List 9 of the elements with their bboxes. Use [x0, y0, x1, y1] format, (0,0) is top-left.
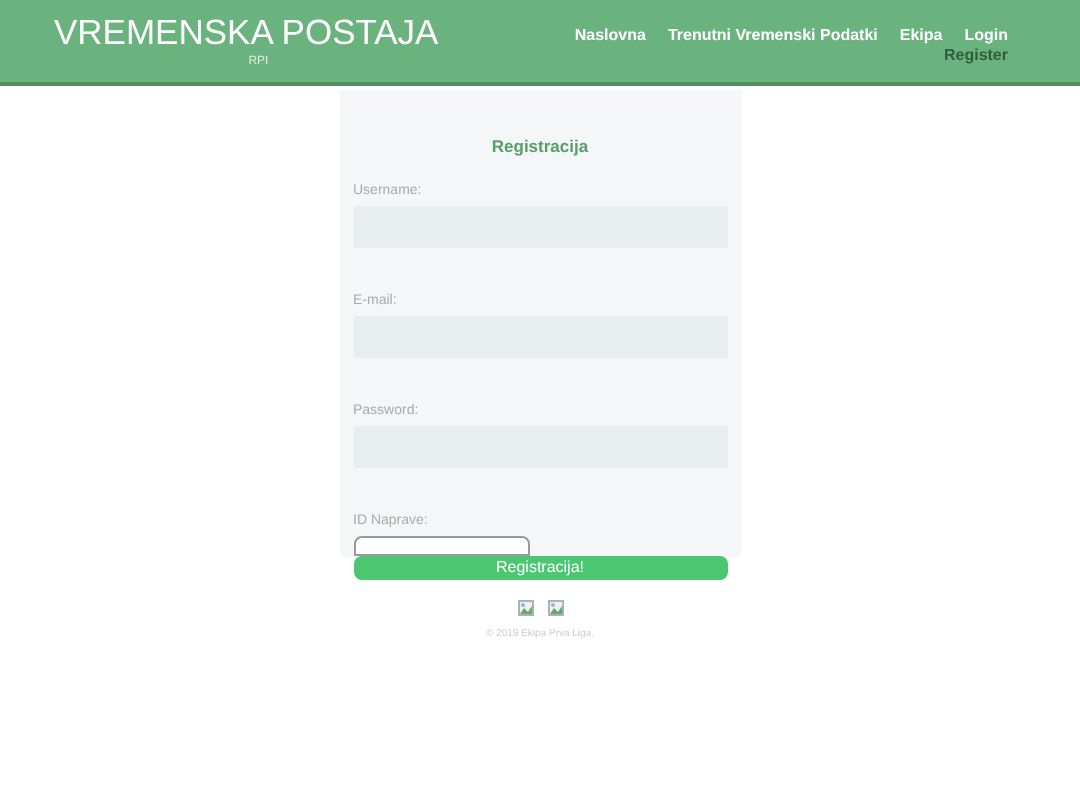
input-field[interactable] — [353, 535, 529, 556]
site-title: VREMENSKA POSTAJA — [54, 10, 439, 54]
form-title: Registracija — [489, 134, 591, 160]
nav-link[interactable]: Ekipa — [899, 26, 943, 46]
nav-link[interactable]: Naslovna — [574, 26, 646, 46]
register-button[interactable]: Registracija! — [353, 555, 727, 580]
nav-link[interactable]: Login — [964, 26, 1008, 46]
nav-link[interactable]: Trenutni Vremenski Podatki — [667, 26, 878, 46]
nav-link[interactable]: Register — [943, 46, 1008, 66]
